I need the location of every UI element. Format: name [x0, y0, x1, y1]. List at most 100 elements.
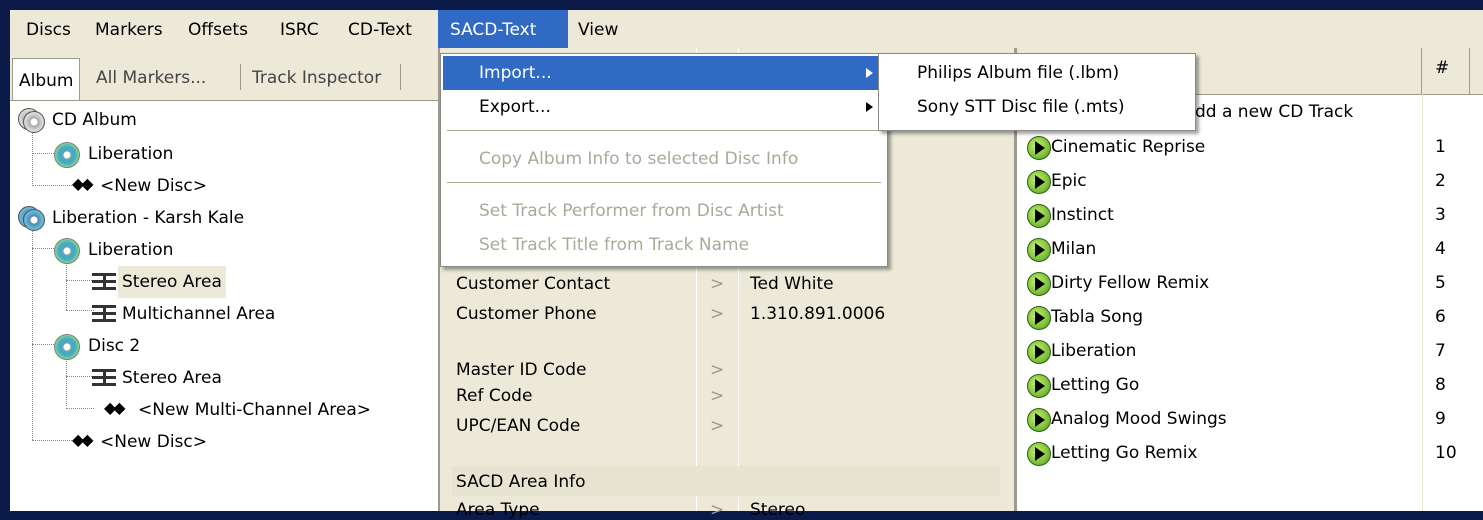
area-icon: [92, 273, 118, 291]
track-name: Analog Mood Swings: [1051, 409, 1227, 429]
tab-album[interactable]: Album: [12, 58, 81, 100]
tree-node-disc[interactable]: Liberation: [10, 138, 430, 170]
track-name: Epic: [1051, 171, 1087, 191]
import-submenu: Philips Album file (.lbm) Sony STT Disc …: [878, 53, 1196, 131]
tree-node-label: Multichannel Area: [122, 304, 276, 324]
prop-value-upc-ean[interactable]: [750, 416, 990, 438]
tree-node-disc[interactable]: Liberation: [10, 234, 430, 266]
play-icon[interactable]: [1027, 170, 1051, 194]
tree-node-label: <New Multi-Channel Area>: [138, 400, 371, 420]
track-number: 4: [1435, 239, 1446, 259]
prop-label: Ref Code: [456, 386, 533, 406]
tree-node-label: Liberation: [88, 144, 174, 164]
track-row[interactable]: Epic 2: [1017, 164, 1483, 198]
track-name: Instinct: [1051, 205, 1114, 225]
track-row[interactable]: Letting Go Remix 10: [1017, 436, 1483, 470]
tree-node-label: Liberation: [88, 240, 174, 260]
prop-value-area-type[interactable]: Stereo: [750, 500, 805, 520]
menu-bar: Discs Markers Offsets ISRC CD-Text SACD-…: [10, 10, 1483, 49]
menu-item-set-track-title[interactable]: Set Track Title from Track Name: [443, 228, 885, 262]
disc-icon: [54, 142, 80, 168]
prop-label: Area Type: [456, 500, 540, 520]
track-name: Liberation: [1051, 341, 1137, 361]
add-track-row[interactable]: dd a new CD Track: [1195, 102, 1353, 122]
prop-marker: >: [710, 416, 725, 436]
play-icon[interactable]: [1027, 204, 1051, 228]
tree-node-sacd-album[interactable]: Liberation - Karsh Kale: [10, 202, 430, 234]
prop-marker: >: [710, 360, 725, 380]
menu-markers[interactable]: Markers: [87, 10, 171, 48]
play-icon[interactable]: [1027, 136, 1051, 160]
prop-label: Customer Contact: [456, 274, 611, 294]
menu-item-set-track-performer[interactable]: Set Track Performer from Disc Artist: [443, 194, 885, 228]
tab-track-inspector[interactable]: Track Inspector: [246, 60, 387, 96]
menu-item-export[interactable]: Export...: [443, 90, 885, 124]
tree-node-label: Stereo Area: [122, 368, 222, 388]
tab-all-markers[interactable]: All Markers...: [90, 60, 212, 96]
play-icon[interactable]: [1027, 408, 1051, 432]
menu-offsets[interactable]: Offsets: [180, 10, 256, 48]
menu-item-import-lbm[interactable]: Philips Album file (.lbm): [881, 56, 1193, 90]
track-number: 1: [1435, 137, 1446, 157]
album-tree-pane: Album All Markers... Track Inspector CD …: [10, 48, 440, 511]
track-row[interactable]: Instinct 3: [1017, 198, 1483, 232]
track-row[interactable]: Tabla Song 6: [1017, 300, 1483, 334]
tree-node-label: Stereo Area: [118, 266, 226, 298]
track-row[interactable]: Liberation 7: [1017, 334, 1483, 368]
menu-cd-text[interactable]: CD-Text: [340, 10, 420, 48]
sacd-text-menu: Import... Export... Copy Album Info to s…: [440, 53, 888, 267]
track-row[interactable]: Letting Go 8: [1017, 368, 1483, 402]
tree-node-new-disc[interactable]: ◆◆ <New Disc>: [10, 426, 430, 458]
tree-node-stereo-area[interactable]: Stereo Area: [10, 266, 430, 298]
left-tab-strip: Album All Markers... Track Inspector: [10, 48, 438, 101]
area-icon: [92, 369, 118, 387]
track-name: Letting Go Remix: [1051, 443, 1198, 463]
app-window: Discs Markers Offsets ISRC CD-Text SACD-…: [0, 0, 1483, 520]
track-name: Cinematic Reprise: [1051, 137, 1206, 157]
menu-item-import[interactable]: Import...: [443, 56, 885, 90]
prop-label: Customer Phone: [456, 304, 597, 324]
prop-value-ref-code[interactable]: [750, 386, 990, 408]
menu-item-import-mts[interactable]: Sony STT Disc file (.mts): [881, 90, 1193, 124]
tree-node-new-disc[interactable]: ◆◆ <New Disc>: [10, 170, 430, 202]
prop-value-master-id[interactable]: [750, 360, 990, 382]
menu-item-copy-album-info[interactable]: Copy Album Info to selected Disc Info: [443, 142, 885, 176]
play-icon[interactable]: [1027, 374, 1051, 398]
track-name: Tabla Song: [1051, 307, 1144, 327]
prop-value-customer-contact[interactable]: Ted White: [750, 274, 834, 294]
tree-node-disc[interactable]: Disc 2: [10, 330, 430, 362]
tree-node-label: Disc 2: [88, 336, 141, 356]
play-icon[interactable]: [1027, 238, 1051, 262]
play-icon[interactable]: [1027, 272, 1051, 296]
menu-discs[interactable]: Discs: [18, 10, 79, 48]
tree-node-stereo-area[interactable]: Stereo Area: [10, 362, 430, 394]
play-icon[interactable]: [1027, 306, 1051, 330]
column-divider: [1469, 48, 1470, 94]
prop-value-customer-phone[interactable]: 1.310.891.0006: [750, 304, 885, 324]
menu-sacd-text[interactable]: SACD-Text: [438, 10, 568, 48]
track-row[interactable]: Dirty Fellow Remix 5: [1017, 266, 1483, 300]
track-row[interactable]: Milan 4: [1017, 232, 1483, 266]
tab-separator: [240, 64, 241, 90]
new-item-icon: ◆◆: [104, 398, 126, 417]
tree-node-label: <New Disc>: [100, 176, 207, 196]
track-number: 3: [1435, 205, 1446, 225]
menu-view[interactable]: View: [570, 10, 626, 48]
tree-node-label: <New Disc>: [100, 432, 207, 452]
track-number: 5: [1435, 273, 1446, 293]
tree-node-multichannel-area[interactable]: Multichannel Area: [10, 298, 430, 330]
tree-node-label: Liberation - Karsh Kale: [52, 208, 245, 228]
new-item-icon: ◆◆: [72, 174, 94, 193]
tree-node-new-multichannel-area[interactable]: ◆◆ <New Multi-Channel Area>: [10, 394, 430, 426]
new-item-icon: ◆◆: [72, 430, 94, 449]
play-icon[interactable]: [1027, 340, 1051, 364]
tree-node-cd-album[interactable]: CD Album: [10, 104, 430, 136]
submenu-arrow-icon: [866, 102, 873, 112]
track-row[interactable]: Cinematic Reprise 1: [1017, 130, 1483, 164]
play-icon[interactable]: [1027, 442, 1051, 466]
prop-marker: >: [710, 386, 725, 406]
column-header-number[interactable]: #: [1435, 58, 1449, 78]
menu-isrc[interactable]: ISRC: [272, 10, 327, 48]
menu-separator: [447, 130, 881, 131]
track-row[interactable]: Analog Mood Swings 9: [1017, 402, 1483, 436]
